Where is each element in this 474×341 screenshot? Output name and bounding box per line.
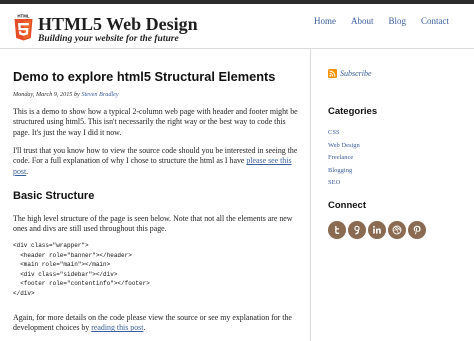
source-paragraph-end: . <box>26 166 29 176</box>
rss-icon <box>328 69 337 78</box>
header-divider <box>0 48 474 49</box>
category-web-design[interactable]: Web Design <box>328 142 360 149</box>
html5-logo-text: HTML <box>17 13 30 18</box>
connect-heading: Connect <box>328 200 366 211</box>
details-paragraph: Again, for more details on the code plea… <box>13 313 303 334</box>
list-item: Freelance <box>328 152 360 165</box>
list-item: CSS <box>328 127 360 140</box>
google-plus-icon <box>354 225 360 235</box>
linkedin-icon <box>373 225 381 234</box>
nav-home[interactable]: Home <box>314 16 336 26</box>
twitter-icon <box>335 226 340 234</box>
category-freelance[interactable]: Freelance <box>328 154 353 161</box>
linkedin-button[interactable] <box>368 221 386 239</box>
author-link[interactable]: Steven Bradley <box>81 91 118 98</box>
subscribe-link[interactable]: Subscribe <box>328 69 372 78</box>
structure-paragraph: The high level structure of the page is … <box>13 214 293 234</box>
dribbble-icon <box>392 225 402 235</box>
nav-blog[interactable]: Blog <box>388 16 406 26</box>
site-title: HTML5 Web Design <box>38 14 198 34</box>
pinterest-icon <box>413 225 421 235</box>
nav-contact[interactable]: Contact <box>421 16 449 26</box>
post-meta: Monday, March 9, 2015 by Steven Bradley <box>13 91 119 98</box>
google-plus-button[interactable] <box>348 221 366 239</box>
dribbble-button[interactable] <box>388 221 406 239</box>
reading-this-post-link[interactable]: reading this post <box>91 323 143 332</box>
intro-paragraph: This is a demo to show how a typical 2-c… <box>13 107 298 137</box>
post-date: Monday, March 9, 2015 by <box>13 91 80 98</box>
category-css[interactable]: CSS <box>328 129 340 136</box>
site-tagline: Building your website for the future <box>38 34 179 44</box>
list-item: Blogging <box>328 165 360 178</box>
pinterest-button[interactable] <box>408 221 426 239</box>
list-item: SEO <box>328 177 360 190</box>
category-list: CSS Web Design Freelance Blogging SEO <box>328 127 360 190</box>
details-paragraph-text: Again, for more details on the code plea… <box>13 313 292 333</box>
source-paragraph: I'll trust that you know how to view the… <box>13 146 303 177</box>
list-item: Web Design <box>328 140 360 153</box>
sidebar-divider <box>310 49 311 341</box>
categories-heading: Categories <box>328 106 378 117</box>
nav-about[interactable]: About <box>351 16 374 26</box>
section-heading: Basic Structure <box>13 190 95 202</box>
main-nav: Home About Blog Contact <box>299 16 449 26</box>
post-title: Demo to explore html5 Structural Element… <box>13 69 276 84</box>
category-blogging[interactable]: Blogging <box>328 167 352 174</box>
social-links <box>328 221 426 239</box>
html5-logo-icon: HTML <box>14 13 33 41</box>
category-seo[interactable]: SEO <box>328 179 340 186</box>
code-block: <div class="wrapper"> <header role="bann… <box>13 242 150 297</box>
details-paragraph-end: . <box>143 323 146 333</box>
site-header: HTML HTML5 Web Design Building your webs… <box>0 4 474 48</box>
subscribe-label: Subscribe <box>340 69 372 78</box>
twitter-button[interactable] <box>328 221 346 239</box>
